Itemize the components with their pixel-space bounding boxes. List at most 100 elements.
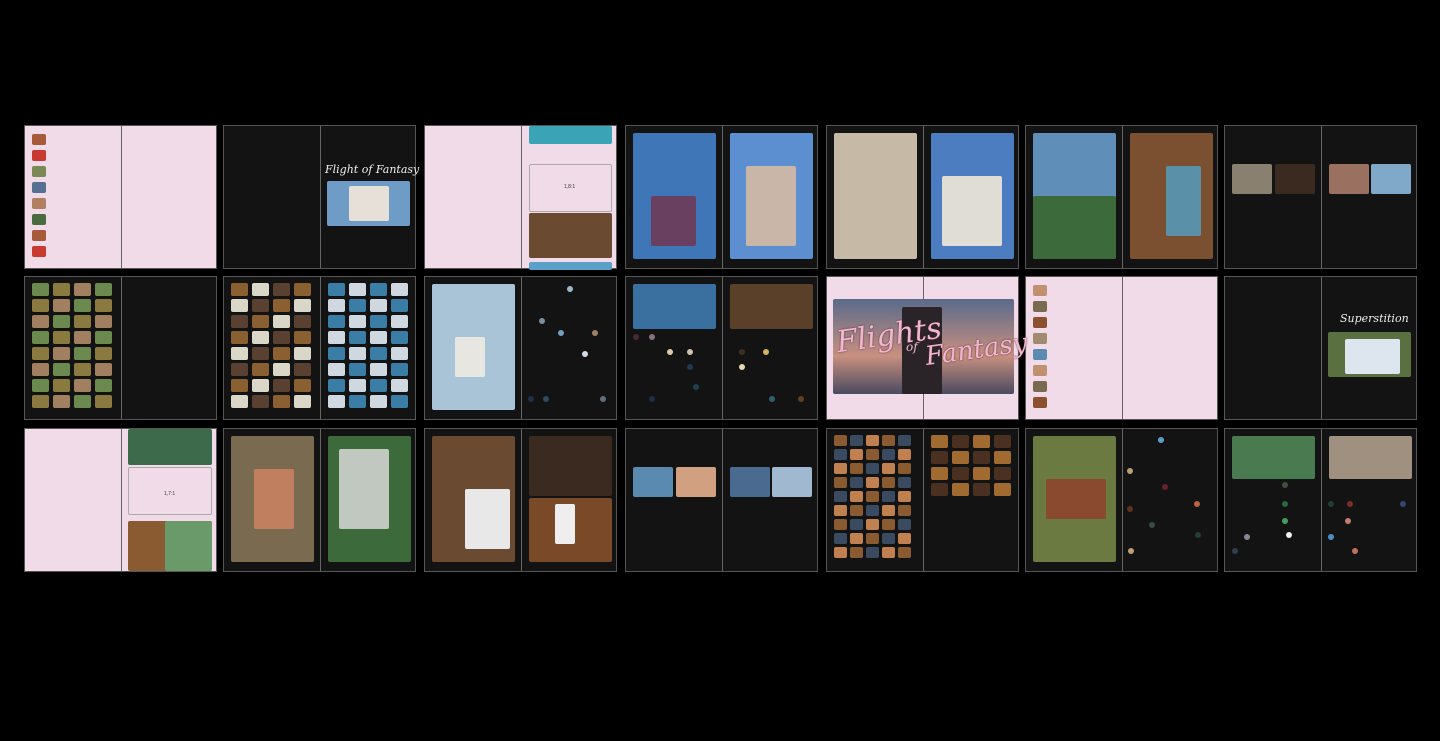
magazine-spread <box>625 276 818 420</box>
magazine-spread <box>1025 276 1218 420</box>
photo <box>1033 196 1116 259</box>
photo <box>370 347 387 360</box>
photo <box>231 379 248 392</box>
photo <box>349 363 366 376</box>
page-fold <box>121 126 122 268</box>
photo <box>931 467 948 480</box>
magazine-spread <box>1224 428 1417 572</box>
photo <box>633 284 716 329</box>
palette-swatch <box>543 396 549 402</box>
photo <box>391 315 408 328</box>
palette-swatch <box>1282 482 1288 488</box>
photo <box>850 449 863 460</box>
aspect-ratio-label: 1,8:1 <box>564 184 576 190</box>
photo <box>254 469 294 529</box>
photo <box>273 299 290 312</box>
photo <box>952 435 969 448</box>
photo <box>349 379 366 392</box>
photo <box>676 467 716 497</box>
photo <box>74 299 91 312</box>
photo <box>32 150 46 161</box>
photo <box>529 213 612 258</box>
photo <box>391 283 408 296</box>
palette-swatch <box>1149 522 1155 528</box>
photo <box>866 547 879 558</box>
photo <box>1345 339 1400 374</box>
photo <box>973 483 990 496</box>
photo <box>898 449 911 460</box>
photo <box>370 331 387 344</box>
photo <box>898 547 911 558</box>
palette-swatch <box>539 318 545 324</box>
photo <box>231 315 248 328</box>
photo <box>850 547 863 558</box>
photo <box>866 491 879 502</box>
photo <box>651 196 696 246</box>
photo <box>349 331 366 344</box>
photo <box>339 449 389 529</box>
photo <box>273 315 290 328</box>
photo <box>898 519 911 530</box>
photo <box>370 395 387 408</box>
photo <box>95 283 112 296</box>
photo <box>973 451 990 464</box>
photo <box>294 347 311 360</box>
photo <box>772 467 812 497</box>
photo <box>1033 317 1047 328</box>
photo <box>252 331 269 344</box>
photo <box>1046 479 1106 519</box>
photo <box>882 519 895 530</box>
photo <box>455 337 485 377</box>
magazine-spread <box>625 428 818 572</box>
photo <box>898 533 911 544</box>
photo <box>834 133 917 259</box>
photo <box>1033 365 1047 376</box>
photo <box>349 186 389 221</box>
photo <box>882 547 895 558</box>
photo <box>633 467 673 497</box>
palette-swatch <box>649 334 655 340</box>
photo <box>555 504 575 544</box>
photo <box>32 379 49 392</box>
photo <box>931 451 948 464</box>
palette-swatch <box>567 286 573 292</box>
photo <box>252 347 269 360</box>
photo <box>1033 349 1047 360</box>
palette-swatch <box>649 396 655 402</box>
photo <box>391 347 408 360</box>
photo <box>53 395 70 408</box>
palette-swatch <box>1347 501 1353 507</box>
page-fold <box>1321 126 1322 268</box>
palette-swatch <box>1162 484 1168 490</box>
magazine-spread <box>223 276 416 420</box>
photo <box>349 299 366 312</box>
photo <box>32 214 46 225</box>
photo <box>942 176 1002 246</box>
palette-swatch <box>1282 501 1288 507</box>
photo <box>391 331 408 344</box>
photo <box>53 299 70 312</box>
photo <box>391 379 408 392</box>
photo <box>898 463 911 474</box>
palette-swatch <box>667 349 673 355</box>
poster-title-of: of <box>906 340 918 354</box>
palette-swatch <box>1195 532 1201 538</box>
page-fold <box>722 126 723 268</box>
page-fold <box>722 277 723 419</box>
palette-swatch <box>1345 518 1351 524</box>
photo <box>730 284 813 329</box>
photo <box>294 379 311 392</box>
photo <box>32 246 46 257</box>
photo <box>834 533 847 544</box>
photo <box>231 299 248 312</box>
photo <box>898 491 911 502</box>
page-fold <box>923 126 924 268</box>
photo <box>1232 164 1272 194</box>
photo <box>53 331 70 344</box>
photo <box>882 463 895 474</box>
photo <box>95 331 112 344</box>
page-fold <box>1321 277 1322 419</box>
photo <box>391 363 408 376</box>
photo <box>1275 164 1315 194</box>
photo <box>994 467 1011 480</box>
